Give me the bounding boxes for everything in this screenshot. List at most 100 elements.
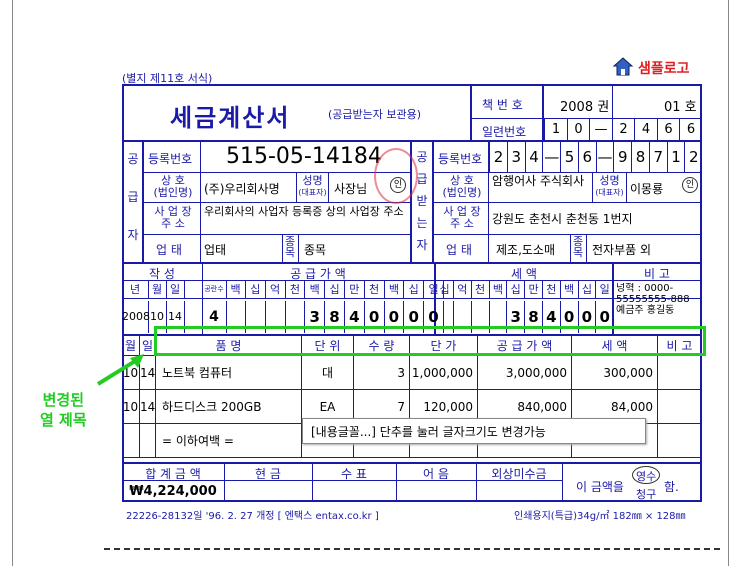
buyer-reg-digit: 4 [524,142,543,172]
book-number: 01 호 [664,100,697,115]
item-cell-remark [658,356,702,390]
serial-digits: 1 0—2 4 6 6 [544,119,702,140]
side-char: 받 [416,194,428,208]
credit-label: 외상미수금 [491,467,547,481]
supply-unit-header: 천 [285,281,306,298]
supplier-address: 우리회사의 사업자 등록증 상의 사업장 주소 [204,205,404,218]
buyer-company: 암행어사 주식회사 [492,174,585,188]
highlight-box [154,326,706,356]
tax-unit-header: 천 [543,281,561,298]
side-char: 는 [416,216,428,230]
tax-unit-header: 백 [489,281,508,298]
tax-unit-header: 억 [454,281,472,298]
tax-unit-header: 십 [507,281,526,298]
ymd-header: 월 [148,281,167,298]
supply-unit-header: 백 [305,281,326,298]
book-label: 책 번 호 [482,98,523,112]
invoice-title: 세금계산서 [170,104,291,132]
supplier-biztype-label: 업 태 [156,243,182,257]
cash-label: 현 금 [255,467,281,481]
supplier-reg-number: 515-05-14184 [226,144,382,169]
book-volume: 2008 권 [560,100,610,115]
supply-unit-header: 억 [266,281,286,298]
serial-label: 일련번호 [482,125,527,139]
item-cell-supply: 3,000,000 [478,356,572,390]
receipt-pre: 이 금액을 [576,480,624,494]
note-label: 어 음 [423,467,449,481]
buyer-reg-digit: 5 [560,142,578,172]
buyer-reg-digit: — [595,142,614,172]
serial-digit: 6 [656,119,680,140]
side-char: 급 [127,190,139,204]
total-label: 합 계 금 액 [145,467,201,481]
item-cell-name: = 이하여백 = [156,424,302,458]
side-char: 공 [127,152,139,166]
blank-count-header: 공란수 [202,281,227,298]
serial-digit: 1 [544,119,567,140]
receipt-post: 함. [664,480,679,494]
item-cell-month: 10 [122,390,140,424]
item-cell-unit: 대 [302,356,354,390]
supply-unit-header: 십 [404,281,425,298]
item-cell-name: 하드디스크 200GB [156,390,302,424]
supplier-company-label: 상 호 (법인명) [153,174,193,199]
serial-digit: 2 [611,119,635,140]
supply-unit-header: 십 [325,281,345,298]
page-border-left [12,0,13,566]
item-cell-day: 14 [140,390,156,424]
cut-line [104,548,720,550]
total-amount: ₩4,224,000 [129,484,217,499]
serial-digit: 6 [679,119,702,140]
supplier-reg-label: 등록번호 [148,152,193,166]
buyer-ceo-label: 성명 (대표자) [595,174,624,197]
buyer-reg-digit: — [542,142,560,172]
serial-digit: 4 [634,119,657,140]
item-cell-price: 1,000,000 [410,356,478,390]
buyer-address: 강원도 춘천시 춘천동 1번지 [492,212,633,226]
tax-unit-header: 십 [436,281,454,298]
buyer-reg-digits: 2 3 4—5 6—9 8 7 1 2 [489,142,702,172]
arrow-icon [96,354,144,386]
footer-right: 인쇄용지(특급)34g/㎡ 182㎜ × 128㎜ [514,511,686,522]
tax-unit-header: 백 [561,281,579,298]
remarks-header: 비 고 [644,267,670,281]
serial-digit: — [589,119,612,140]
supply-unit-header: 천 [365,281,385,298]
supply-unit-header: 백 [226,281,246,298]
buyer-biztype: 제조,도소매 [496,243,556,257]
buyer-reg-digit: 7 [648,142,667,172]
buyer-bizitem: 전자부품 외 [592,243,652,257]
supplier-ceo: 사장님 [334,182,368,196]
page-border-right [728,0,729,566]
item-cell-month [122,424,140,458]
side-char: 공 [416,150,428,164]
supplier-bizitem-label: 종목 [284,235,296,259]
tooltip: [내용글꼴...] 단추를 눌러 글자크기도 변경가능 [302,418,646,444]
supply-unit-header: 만 [345,281,365,298]
ymd-header: 일 [166,281,185,298]
supplier-company: (주)우리회사명 [204,182,280,196]
buyer-reg-digit: 2 [684,142,702,172]
receipt-circle [632,466,660,484]
buyer-reg-label: 등록번호 [438,152,483,166]
buyer-company-label: 상 호 (법인명) [442,174,482,199]
item-cell-remark [658,390,702,424]
item-cell-day [140,424,156,458]
annotation-text: 변경된 열 제목 [40,391,87,429]
write-header: 작 성 [149,267,175,281]
ymd-header: 년 [122,281,149,298]
receipt-alt: 청구 [636,488,657,501]
buyer-addr-label: 사 업 장주 소 [443,205,481,230]
tax-unit-header: 만 [525,281,543,298]
side-char: 자 [127,228,139,242]
item-cell-qty: 3 [354,356,410,390]
buyer-reg-digit: 1 [666,142,685,172]
buyer-reg-digit: 3 [506,142,525,172]
item-cell-remark [658,424,702,458]
invoice-subtitle: (공급받는자 보관용) [328,108,422,121]
write-year: 2008 [122,301,150,333]
buyer-bizitem-label: 종목 [572,235,584,259]
serial-digit: 0 [566,119,590,140]
buyer-reg-digit: 2 [489,142,507,172]
footer-left: 22226-28132일 '96. 2. 27 개정 [ 엔택스 entax.c… [126,511,379,522]
